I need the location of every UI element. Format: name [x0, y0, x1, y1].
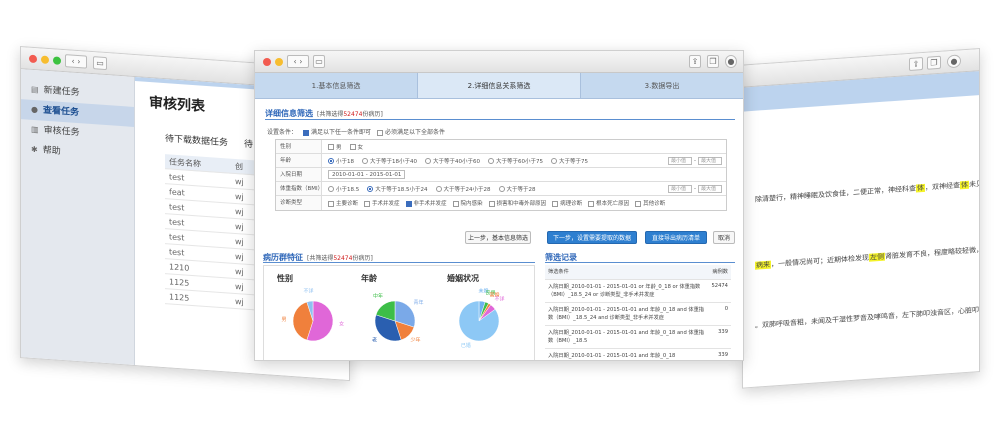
record-condition-cell: 入院日期_2010-01-01 - 2015-01-01 and 年龄_0_18: [548, 353, 676, 359]
download-icon[interactable]: ●: [947, 54, 961, 69]
minimize-dot-icon[interactable]: [275, 58, 283, 66]
export-list-button[interactable]: 直接导出病历清单: [645, 231, 707, 244]
condition-any-option[interactable]: 满足以下任一条件即可: [303, 127, 371, 136]
chart-icon: ▥: [31, 124, 39, 135]
age-option-5[interactable]: 大于等于75: [551, 157, 588, 165]
pie-label: 男: [281, 317, 286, 323]
gender-male-checkbox[interactable]: 男: [328, 143, 342, 151]
record-count-cell: 52474: [711, 283, 728, 289]
filter-row-age: 年龄 小于18 大于等于18小于40 大于等于40小于60 大于等于60小于75…: [276, 154, 726, 168]
share-icon[interactable]: ⇪: [689, 55, 701, 68]
diag-option-3[interactable]: 非手术并发症: [405, 199, 447, 207]
features-divider: [263, 262, 535, 263]
age-min-input[interactable]: 最小值: [668, 156, 692, 165]
filter-row-bmi: 体重指数（BMI） 小于18.5 大于等于18.5小于24 大于等于24小于28…: [276, 182, 726, 196]
pie-label: 女: [339, 321, 344, 328]
tab-pending-other[interactable]: 待: [244, 137, 253, 151]
diag-option-4[interactable]: 院内感染: [452, 199, 483, 207]
bmi-min-input[interactable]: 最小值: [668, 184, 692, 193]
share-icon[interactable]: ⇪: [909, 56, 923, 71]
record-count-cell: 339: [718, 329, 728, 335]
diag-option-7[interactable]: 根本死亡原因: [588, 199, 629, 207]
age-max-input[interactable]: 最大值: [698, 156, 722, 165]
table-row: 入院日期_2010-01-01 - 2015-01-01 and 年龄_0_18…: [545, 349, 731, 360]
minimize-dot-icon[interactable]: [41, 55, 49, 65]
pie-label: 中年: [373, 293, 383, 300]
filter-table: 性别 男 女 年龄 小于18 大于等于18小于40 大于等于40小于60 大于等…: [275, 139, 727, 211]
nav-back-forward-icon[interactable]: ‹ ›: [287, 55, 309, 68]
pie-label: 少年: [410, 337, 420, 344]
record-count-cell: 339: [718, 352, 728, 358]
age-option-3[interactable]: 大于等于40小于60: [425, 157, 480, 165]
section-divider: [265, 119, 735, 120]
bmi-option-4[interactable]: 大于等于28: [498, 185, 536, 193]
step-tabs: 1.基本信息筛选 2.详细信息关系筛选 3.数据导出: [255, 73, 743, 99]
record-condition-cell: 入院日期_2010-01-01 - 2015-01-01 and 年龄_0_18…: [548, 330, 704, 344]
diag-option-6[interactable]: 病理诊断: [552, 199, 582, 207]
table-row: 入院日期_2010-01-01 - 2015-01-01 and 年龄_0_18…: [545, 326, 731, 349]
tab-detail-filter[interactable]: 2.详细信息关系筛选: [418, 73, 581, 98]
main-titlebar: ‹ › ▭ ⇪ ❐ ●: [255, 51, 743, 73]
record-condition-cell: 入院日期_2010-01-01 - 2015-01-01 or 年龄_0_18 …: [548, 284, 701, 298]
bmi-option-1[interactable]: 小于18.5: [328, 185, 359, 193]
tabs-icon[interactable]: ❐: [707, 55, 719, 68]
record-text-line-2: 病来，一般情况尚可；近期体检发现左侧肾脏发育不良，程度略较轻微，查体: [755, 244, 980, 271]
pie-label: 不详: [494, 295, 504, 302]
checkbox-icon: [303, 129, 310, 136]
prev-step-button[interactable]: 上一步，基本信息筛选: [465, 231, 531, 244]
tab-data-export[interactable]: 3.数据导出: [581, 73, 743, 98]
close-dot-icon[interactable]: [29, 54, 37, 64]
record-text-line-1: 除清楚行，精神睡眠及饮食佳，二便正常，神经科查体，双神经查体未见异常。: [755, 178, 980, 204]
close-dot-icon[interactable]: [263, 58, 271, 66]
main-window: ‹ › ▭ ⇪ ❐ ● 1.基本信息筛选 2.详细信息关系筛选 3.数据导出 详…: [254, 50, 744, 361]
bmi-option-2[interactable]: 大于等于18.5小于24: [367, 185, 428, 193]
records-divider: [545, 262, 735, 263]
bmi-max-input[interactable]: 最大值: [698, 184, 722, 193]
download-icon[interactable]: ●: [725, 55, 737, 68]
gender-female-checkbox[interactable]: 女: [349, 143, 363, 151]
bmi-option-3[interactable]: 大于等于24小于28: [435, 185, 491, 193]
pie-charts: 女男不详青年少年老中年未婚丧偶离婚不详已婚: [281, 287, 504, 349]
checkbox-icon: [377, 129, 384, 136]
right-window: ⇪ ❐ ● 除清楚行，精神睡眠及饮食佳，二便正常，神经科查体，双神经查体未见异常…: [742, 48, 980, 389]
diag-option-1[interactable]: 主要诊断: [328, 199, 358, 207]
tabs-icon[interactable]: ❐: [927, 55, 941, 70]
age-option-2[interactable]: 大于等于18小于40: [362, 157, 417, 165]
filter-row-admit-date: 入院日期 2010-01-01 - 2015-01-01: [276, 168, 726, 182]
cancel-button[interactable]: 取消: [713, 231, 735, 244]
pie-label: 已婚: [461, 342, 471, 349]
gear-icon: ✱: [31, 144, 38, 155]
diag-option-5[interactable]: 损害和中毒外部原因: [488, 199, 546, 207]
nav-back-forward-icon[interactable]: ‹ ›: [65, 54, 87, 69]
diag-option-2[interactable]: 手术并发症: [364, 199, 400, 207]
sidebar-toggle-icon[interactable]: ▭: [93, 56, 107, 71]
admit-date-input[interactable]: 2010-01-01 - 2015-01-01: [328, 170, 406, 179]
condition-all-option[interactable]: 必须满足以下全部条件: [377, 127, 445, 136]
record-text-line-3: 。双肺呼吸音粗，未闻及干湿性罗音及哮鸣音，左下肺叩浊音区，心脏叩诊界正常: [755, 304, 980, 330]
zoom-dot-icon[interactable]: [53, 56, 61, 65]
left-sidebar: ▤ 新建任务 ● 查看任务 ▥ 审核任务 ✱ 帮助: [21, 69, 135, 366]
record-count-cell: 0: [724, 306, 728, 312]
file-icon: ▤: [31, 84, 39, 95]
age-option-4[interactable]: 大于等于60小于75: [488, 157, 543, 165]
pie-label: 不详: [303, 287, 313, 294]
age-option-1[interactable]: 小于18: [328, 157, 354, 165]
pie-label: 老: [372, 337, 377, 344]
filter-row-gender: 性别 男 女: [276, 140, 726, 154]
next-step-button[interactable]: 下一步，设置需要提取的数据: [547, 231, 637, 244]
pie-label: 青年: [413, 299, 423, 306]
tab-basic-filter[interactable]: 1.基本信息筛选: [255, 73, 418, 98]
eye-icon: ●: [31, 104, 38, 115]
record-condition-cell: 入院日期_2010-01-01 - 2015-01-01 and 年龄_0_18…: [548, 307, 704, 321]
records-header: 筛选条件 病例数: [545, 265, 731, 280]
condition-row: 设置条件： 满足以下任一条件即可 必须满足以下全部条件: [267, 127, 446, 136]
detail-section-title: 详细信息筛选 [共筛选得52474份病历]: [265, 109, 383, 118]
tab-pending-download[interactable]: 待下载数据任务: [165, 131, 228, 148]
filter-row-diagnosis: 诊断类型 主要诊断 手术并发症 非手术并发症 院内感染 损害和中毒外部原因 病理…: [276, 196, 726, 210]
diag-option-8[interactable]: 其他诊断: [635, 199, 665, 207]
table-row: 入院日期_2010-01-01 - 2015-01-01 and 年龄_0_18…: [545, 303, 731, 326]
records-table: 筛选条件 病例数 入院日期_2010-01-01 - 2015-01-01 or …: [545, 265, 731, 360]
table-row: 入院日期_2010-01-01 - 2015-01-01 or 年龄_0_18 …: [545, 280, 731, 303]
sidebar-toggle-icon[interactable]: ▭: [313, 55, 325, 68]
